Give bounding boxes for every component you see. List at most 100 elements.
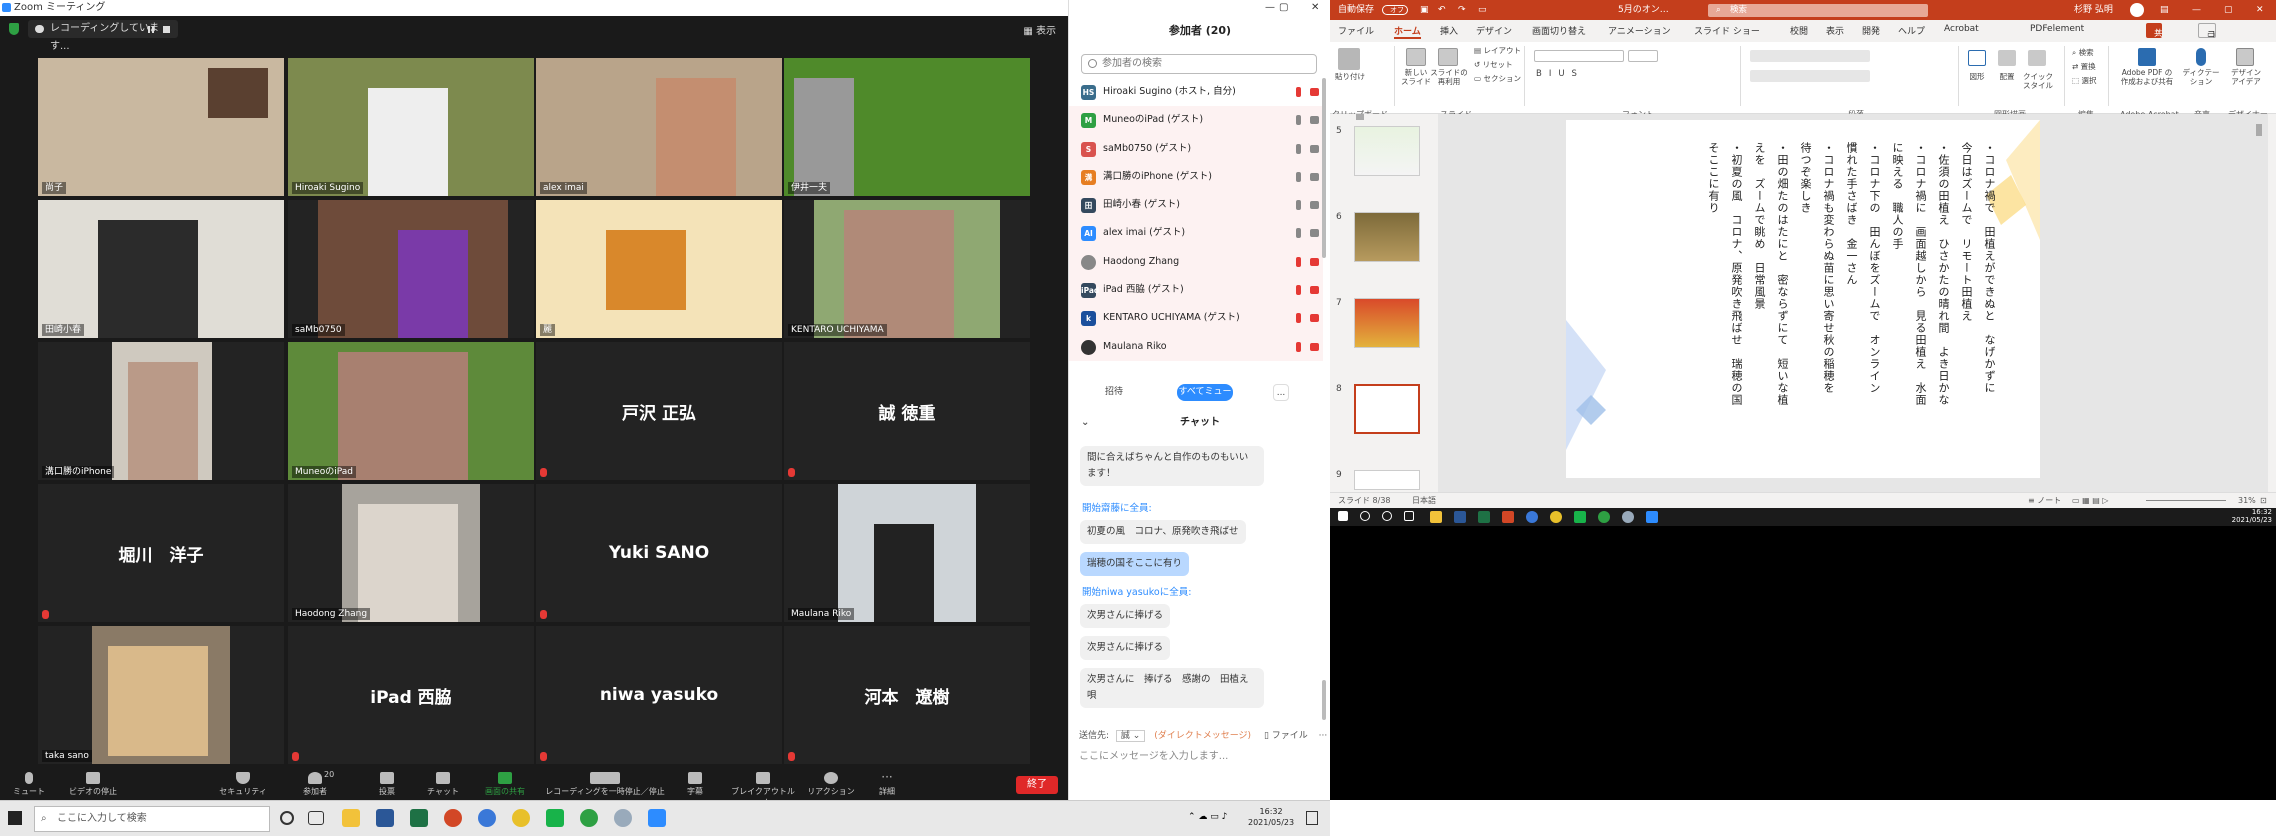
- stop-video-button[interactable]: ビデオの停止: [58, 770, 128, 797]
- tray-icons[interactable]: ⌃ ☁ ▭ ♪: [1188, 812, 1227, 822]
- view-button[interactable]: ▦ 表示: [1023, 22, 1056, 37]
- video-tile[interactable]: 溝口勝のiPhone: [38, 342, 284, 480]
- microphone-icon[interactable]: [1296, 171, 1301, 182]
- chrome-icon[interactable]: [1550, 511, 1562, 523]
- avatar[interactable]: [2130, 3, 2144, 17]
- participant-row[interactable]: SsaMb0750 (ゲスト): [1069, 134, 1323, 163]
- replace-button[interactable]: ⇄ 置換: [2072, 62, 2096, 71]
- reuse-slides-icon[interactable]: [1438, 48, 1458, 66]
- video-camera-icon[interactable]: [1310, 314, 1319, 323]
- paragraph-list-buttons[interactable]: [1750, 50, 1870, 62]
- slideshow-icon[interactable]: ▭: [1478, 0, 1487, 20]
- ribbon-tab[interactable]: 開発: [1862, 24, 1880, 37]
- file-button[interactable]: ▯ ファイル: [1264, 731, 1308, 741]
- video-camera-icon[interactable]: [1310, 229, 1319, 238]
- thumbnail-scroll-top[interactable]: [1356, 114, 1364, 120]
- recording-indicator[interactable]: レコーディングしています...: [28, 20, 178, 52]
- maximize-icon[interactable]: ▢: [2224, 0, 2233, 20]
- ribbon-tab[interactable]: 校閲: [1790, 24, 1808, 37]
- chat-more-button[interactable]: ···: [1319, 731, 1328, 741]
- layout-button[interactable]: ▤ レイアウト: [1474, 46, 1521, 55]
- shapes-icon[interactable]: [1968, 50, 1986, 66]
- participant-row[interactable]: iPad iPad 西脇 (ゲスト): [1069, 276, 1323, 305]
- excel-icon[interactable]: [1478, 511, 1490, 523]
- video-tile[interactable]: saMb0750: [288, 200, 534, 338]
- ribbon-tab[interactable]: 画面切り替え: [1532, 24, 1586, 37]
- line-icon[interactable]: [1574, 511, 1586, 523]
- ribbon-tab[interactable]: ヘルプ: [1898, 24, 1925, 37]
- maximize-icon[interactable]: ▢: [1279, 2, 1288, 13]
- participant-row[interactable]: HS Hiroaki Sugino (ホスト, 自分): [1069, 78, 1323, 106]
- powerpoint-icon[interactable]: [444, 809, 462, 827]
- save-icon[interactable]: ▣: [1420, 0, 1429, 20]
- video-tile[interactable]: iPad 西脇: [288, 626, 534, 764]
- select-button[interactable]: ⬚ 選択: [2072, 76, 2096, 85]
- participant-row[interactable]: M MuneoのiPad (ゲスト): [1069, 106, 1323, 135]
- microphone-icon[interactable]: [1296, 115, 1301, 126]
- file-explorer-icon[interactable]: [1430, 511, 1442, 523]
- ribbon-tab[interactable]: ファイル: [1338, 24, 1374, 37]
- ppt-search-box[interactable]: ⌕ 検索: [1708, 4, 1928, 17]
- participant-row[interactable]: 溝溝口勝のiPhone (ゲスト): [1069, 162, 1323, 192]
- video-camera-icon[interactable]: [1310, 172, 1319, 181]
- participant-row[interactable]: k KENTARO UCHIYAMA (ゲスト): [1069, 304, 1323, 333]
- video-tile[interactable]: 尚子: [38, 58, 284, 196]
- security-button[interactable]: セキュリティ: [208, 770, 278, 797]
- chevron-down-icon[interactable]: ⌄: [1081, 414, 1089, 432]
- editor-scrollbar[interactable]: [2256, 124, 2262, 136]
- video-tile[interactable]: MuneoのiPad: [288, 342, 534, 480]
- video-tile[interactable]: 麗: [536, 200, 782, 338]
- video-tile[interactable]: 戸沢 正弘: [536, 342, 782, 480]
- app-icon[interactable]: [1598, 511, 1610, 523]
- paragraph-align-buttons[interactable]: [1750, 70, 1870, 82]
- more-button[interactable]: ··· 詳細: [852, 770, 922, 797]
- fit-slide-icon[interactable]: ⊡: [2260, 493, 2267, 509]
- slide-thumbnail[interactable]: [1354, 384, 1420, 434]
- find-button[interactable]: ⌕ 検索: [2072, 48, 2094, 57]
- close-icon[interactable]: ✕: [2256, 0, 2264, 20]
- new-slide-icon[interactable]: [1406, 48, 1426, 66]
- participant-row[interactable]: Maulana Riko: [1069, 332, 1323, 361]
- app-icon[interactable]: [478, 809, 496, 827]
- arrange-icon[interactable]: [1998, 50, 2016, 66]
- video-tile[interactable]: Yuki SANO: [536, 484, 782, 622]
- more-options-button[interactable]: ...: [1273, 384, 1289, 401]
- video-camera-icon[interactable]: [1310, 286, 1319, 295]
- video-camera-icon[interactable]: [1310, 88, 1319, 96]
- undo-icon[interactable]: ↶: [1438, 0, 1446, 20]
- microphone-icon[interactable]: [1296, 285, 1301, 296]
- ribbon-tab[interactable]: スライド ショー: [1694, 24, 1760, 37]
- taskbar-search-input[interactable]: ⌕ ここに入力して検索: [34, 806, 270, 832]
- mute-button[interactable]: ミュート: [0, 770, 64, 797]
- app-icon[interactable]: [614, 809, 632, 827]
- font-name-select[interactable]: [1534, 50, 1624, 62]
- mute-all-button[interactable]: すべてミュート: [1177, 384, 1233, 414]
- pause-icon[interactable]: [148, 26, 154, 33]
- chat-button[interactable]: チャット: [408, 770, 478, 797]
- search-icon[interactable]: [1360, 511, 1370, 521]
- captions-button[interactable]: 字幕: [660, 770, 730, 797]
- cortana-icon[interactable]: [280, 811, 294, 825]
- redo-icon[interactable]: ↷: [1458, 0, 1466, 20]
- autosave-toggle[interactable]: オフ: [1382, 5, 1408, 15]
- participant-row[interactable]: Haodong Zhang: [1069, 247, 1323, 277]
- reset-button[interactable]: ↺ リセット: [1474, 60, 1513, 69]
- app-icon[interactable]: [580, 809, 598, 827]
- cortana-icon[interactable]: [1382, 511, 1392, 521]
- participants-button[interactable]: 参加者 20: [280, 770, 350, 797]
- zoom-icon[interactable]: [1646, 511, 1658, 523]
- zoom-icon[interactable]: [648, 809, 666, 827]
- dictate-icon[interactable]: [2196, 48, 2206, 66]
- ribbon-tab[interactable]: アニメーション: [1608, 24, 1671, 37]
- word-icon[interactable]: [1454, 511, 1466, 523]
- microphone-icon[interactable]: [1296, 200, 1301, 211]
- quick-styles-icon[interactable]: [2028, 50, 2046, 66]
- video-tile[interactable]: Haodong Zhang: [288, 484, 534, 622]
- app-icon[interactable]: [1622, 511, 1634, 523]
- video-camera-icon[interactable]: [1310, 342, 1319, 351]
- recipient-select[interactable]: 誠 ⌄: [1115, 730, 1146, 742]
- slide-thumbnail[interactable]: [1354, 126, 1420, 176]
- app-icon[interactable]: [1526, 511, 1538, 523]
- ribbon-display-icon[interactable]: ▤: [2160, 0, 2169, 20]
- ribbon-tab[interactable]: PDFelement: [2030, 24, 2084, 34]
